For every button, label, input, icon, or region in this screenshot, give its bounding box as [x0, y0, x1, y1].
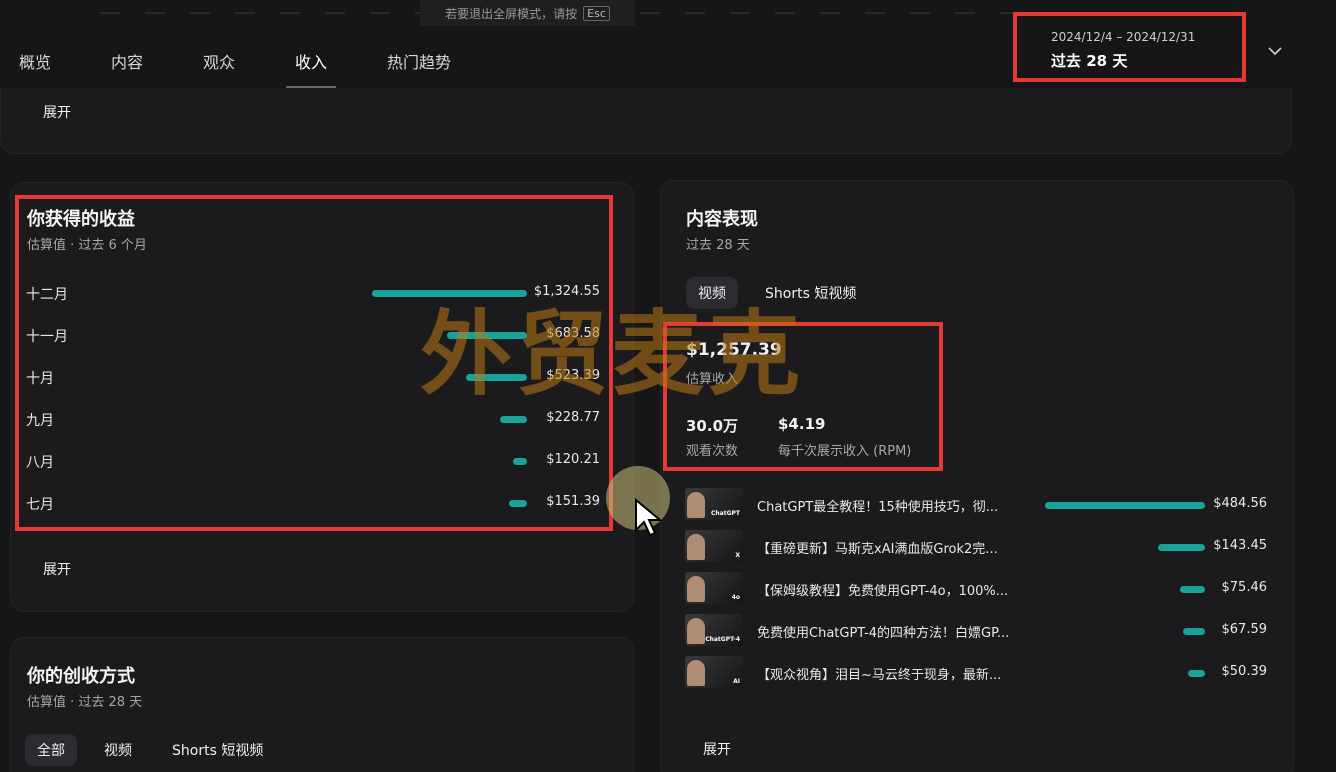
tab-revenue[interactable]: 收入 [276, 40, 368, 88]
revenue-row[interactable]: 七月 $151.39 [26, 490, 606, 516]
revenue-bar [500, 416, 527, 423]
date-range-label: 过去 28 天 [1051, 52, 1128, 70]
chevron-down-icon[interactable] [1266, 42, 1284, 60]
rpm-label: 每千次展示收入 (RPM) [778, 444, 912, 459]
video-title: 【重磅更新】马斯克xAI满血版Grok2完... [757, 542, 998, 557]
video-revenue-value: $67.59 [1221, 622, 1268, 637]
video-thumbnail: AI [685, 656, 743, 688]
revenue-row[interactable]: 八月 $120.21 [26, 448, 606, 474]
revenue-bar [509, 500, 527, 507]
video-thumbnail: ChatGPT [685, 488, 743, 520]
tab-overview[interactable]: 概览 [0, 40, 92, 88]
expand-button-performance[interactable]: 展开 [691, 733, 743, 765]
revenue-month: 七月 [26, 497, 54, 513]
top-video-row[interactable]: X 【重磅更新】马斯克xAI满血版Grok2完... $143.45 [685, 530, 1275, 564]
revenue-row[interactable]: 十月 $523.39 [26, 364, 606, 390]
tab-trends[interactable]: 热门趋势 [368, 40, 460, 88]
tab-content[interactable]: 内容 [92, 40, 184, 88]
revenue-bar [512, 458, 527, 465]
revenue-bar [465, 374, 527, 381]
top-video-row[interactable]: AI 【观众视角】泪目~马云终于现身，最新... $50.39 [685, 656, 1275, 690]
video-revenue-bar [1182, 628, 1205, 635]
estimated-revenue-label: 估算收入 [686, 372, 739, 387]
revenue-value: $120.21 [546, 452, 600, 467]
video-revenue-value: $50.39 [1221, 664, 1268, 679]
revenue-row[interactable]: 十一月 $683.58 [26, 322, 606, 348]
revenue-row[interactable]: 九月 $228.77 [26, 406, 606, 432]
video-revenue-bar [1188, 670, 1205, 677]
revenue-bar [447, 332, 527, 339]
date-range-text: 2024/12/4 – 2024/12/31 [1051, 30, 1196, 44]
video-title: 【保姆级教程】免费使用GPT-4o，100%... [757, 584, 1009, 599]
chip-videos-mon[interactable]: 视频 [92, 734, 144, 766]
video-revenue-bar [1045, 502, 1205, 509]
rpm-value: $4.19 [778, 415, 826, 433]
tab-audience[interactable]: 观众 [184, 40, 276, 88]
video-revenue-value: $75.46 [1221, 580, 1268, 595]
revenue-value: $683.58 [546, 326, 600, 341]
revenue-month: 十月 [26, 371, 54, 387]
video-thumbnail: 4o [685, 572, 743, 604]
monetization-subtitle: 估算值 · 过去 28 天 [27, 695, 143, 710]
top-video-row[interactable]: ChatGPT-4 免费使用ChatGPT-4的四种方法！白嫖GP... $67… [685, 614, 1275, 648]
date-range-picker[interactable]: 2024/12/4 – 2024/12/31 过去 28 天 [1013, 12, 1246, 82]
chip-shorts[interactable]: Shorts 短视频 [753, 277, 868, 309]
mouse-pointer-icon [635, 498, 662, 537]
revenue-value: $523.39 [546, 368, 600, 383]
revenue-month: 九月 [26, 413, 54, 429]
video-revenue-value: $484.56 [1213, 496, 1267, 511]
video-thumbnail: X [685, 530, 743, 562]
video-revenue-value: $143.45 [1213, 538, 1267, 553]
revenue-subtitle: 估算值 · 过去 6 个月 [27, 238, 147, 253]
revenue-month: 十二月 [26, 287, 68, 303]
revenue-month: 十一月 [26, 329, 68, 345]
top-video-row[interactable]: 4o 【保姆级教程】免费使用GPT-4o，100%... $75.46 [685, 572, 1275, 606]
top-video-row[interactable]: ChatGPT ChatGPT最全教程！15种使用技巧，彻... $484.56 [685, 488, 1275, 522]
views-value: 30.0万 [686, 417, 739, 435]
chip-all[interactable]: 全部 [25, 734, 77, 766]
monetization-title: 你的创收方式 [27, 666, 135, 687]
estimated-revenue-value: $1,257.39 [686, 340, 782, 360]
esc-key-hint: Esc [583, 5, 610, 21]
revenue-row[interactable]: 十二月 $1,324.55 [26, 280, 606, 306]
expand-button-revenue[interactable]: 展开 [31, 553, 83, 585]
chip-videos[interactable]: 视频 [686, 277, 738, 309]
revenue-value: $151.39 [546, 494, 600, 509]
revenue-month: 八月 [26, 455, 54, 471]
revenue-title: 你获得的收益 [27, 209, 135, 230]
video-title: ChatGPT最全教程！15种使用技巧，彻... [757, 500, 999, 515]
views-label: 观看次数 [686, 444, 739, 459]
performance-subtitle: 过去 28 天 [686, 238, 750, 253]
revenue-value: $1,324.55 [533, 284, 600, 299]
chip-shorts-mon[interactable]: Shorts 短视频 [160, 734, 275, 766]
performance-title: 内容表现 [686, 209, 758, 230]
previous-card: 展开 [0, 88, 1292, 154]
expand-button-top[interactable]: 展开 [31, 96, 83, 128]
fullscreen-notice-text: 若要退出全屏模式，请按 [445, 6, 578, 21]
revenue-bar [372, 290, 527, 297]
fullscreen-notice: 若要退出全屏模式，请按 Esc [420, 0, 635, 26]
video-title: 【观众视角】泪目~马云终于现身，最新... [757, 668, 1002, 683]
video-title: 免费使用ChatGPT-4的四种方法！白嫖GP... [757, 626, 1010, 641]
video-thumbnail: ChatGPT-4 [685, 614, 743, 646]
video-revenue-bar [1180, 586, 1205, 593]
revenue-value: $228.77 [546, 410, 600, 425]
video-revenue-bar [1157, 544, 1205, 551]
analytics-tabs: 概览 内容 观众 收入 热门趋势 [0, 40, 460, 88]
